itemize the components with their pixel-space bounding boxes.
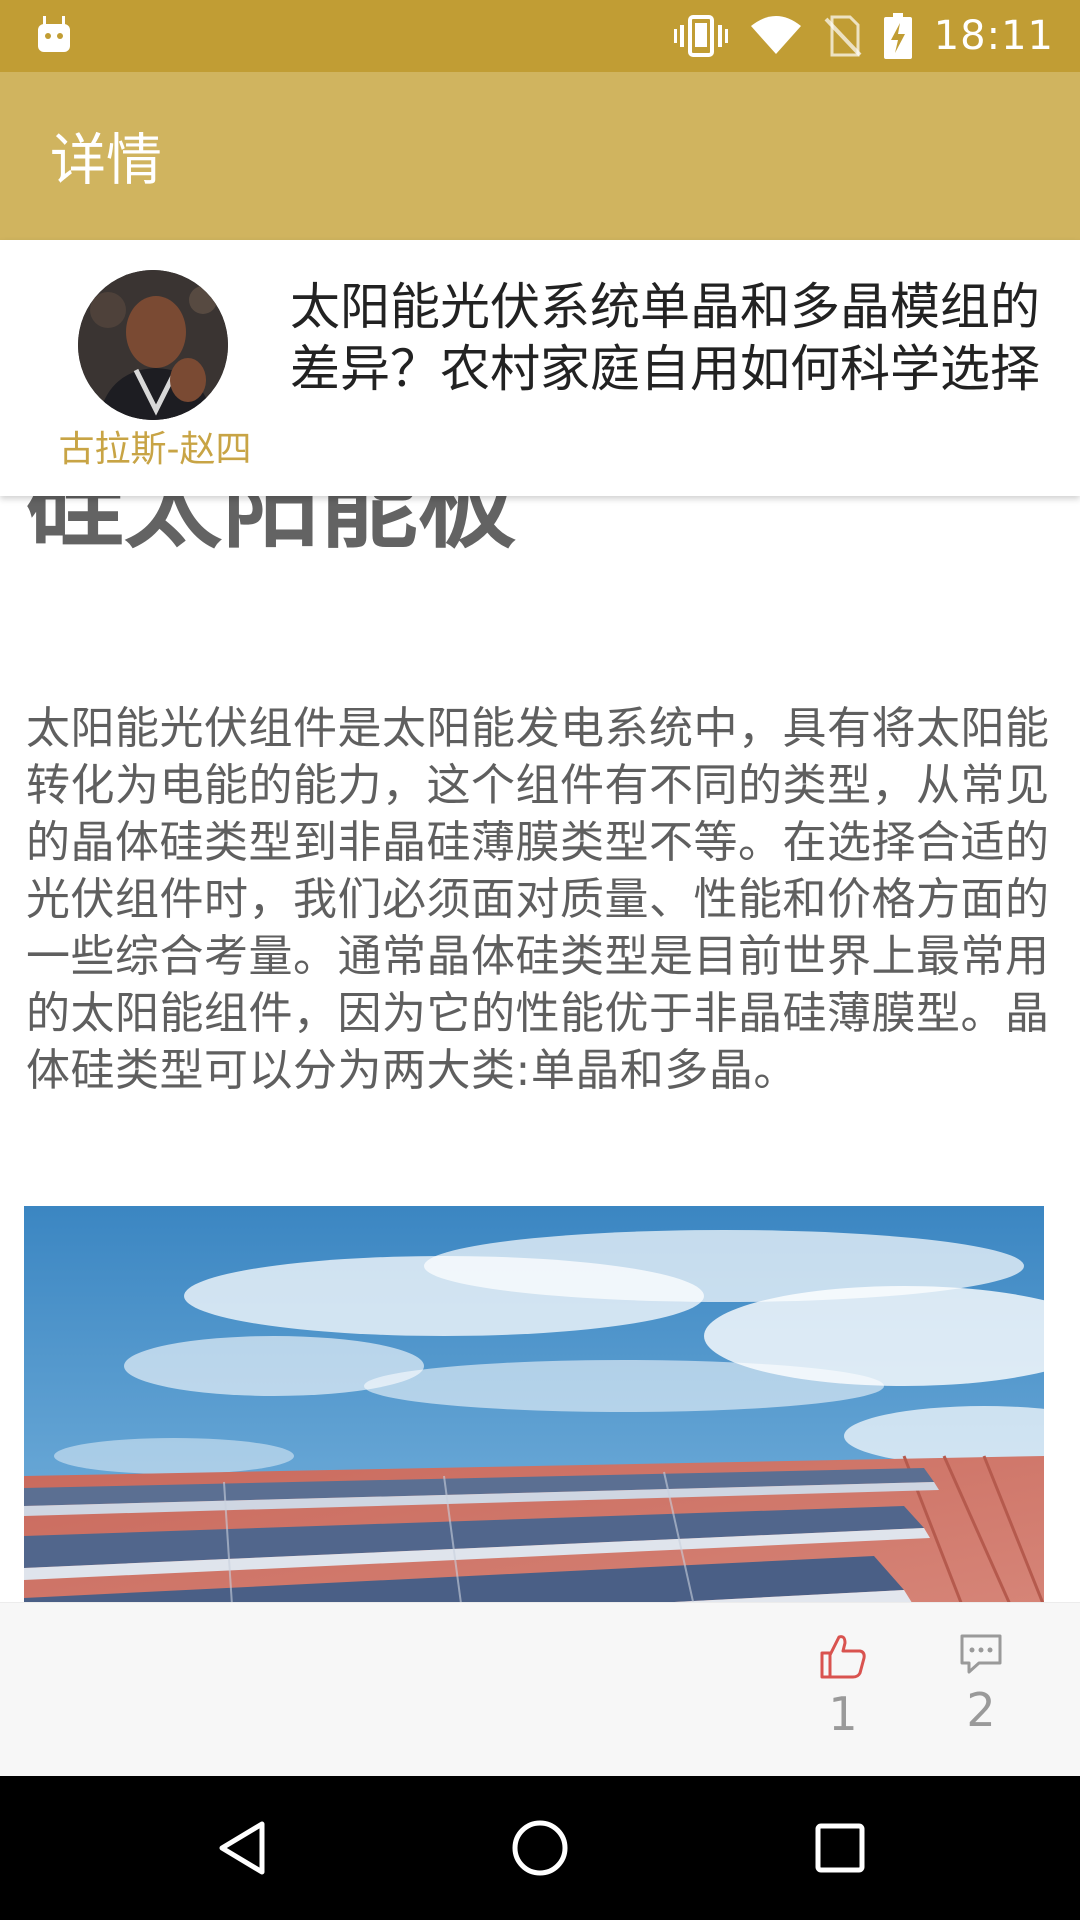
- post-header: 古拉斯-赵四 太阳能光伏系统单晶和多晶模组的差异？农村家庭自用如何科学选择: [0, 240, 1080, 496]
- home-icon[interactable]: [510, 1818, 570, 1878]
- article-paragraph: 太阳能光伏组件是太阳能发电系统中，具有将太阳能转化为电能的能力，这个组件有不同的…: [26, 703, 1050, 1096]
- page-title: 详情: [50, 128, 162, 194]
- app-bar: 详情: [0, 72, 1080, 240]
- android-debug-icon: [38, 16, 70, 52]
- comment-count: 2: [966, 1683, 996, 1737]
- navigation-bar: [0, 1776, 1080, 1920]
- back-icon[interactable]: [212, 1818, 272, 1878]
- post-title: 太阳能光伏系统单晶和多晶模组的差异？农村家庭自用如何科学选择: [290, 278, 1040, 398]
- comment-button[interactable]: 2: [931, 1633, 1031, 1737]
- status-bar: 18:11: [0, 0, 1080, 72]
- status-icons: 18:11: [673, 0, 1054, 72]
- like-button[interactable]: 1: [793, 1633, 893, 1741]
- avatar[interactable]: [78, 270, 228, 420]
- like-count: 1: [828, 1687, 858, 1741]
- action-bar: 1 2: [0, 1602, 1080, 1777]
- detail-screen: 18:11 详情 硅太阳能板 太阳能光伏组件是太阳能发电系统中，具有将太阳能转化…: [0, 0, 1080, 1920]
- no-sim-icon: [824, 15, 862, 57]
- recents-icon[interactable]: [810, 1818, 870, 1878]
- status-time: 18:11: [933, 13, 1054, 59]
- wifi-icon: [750, 16, 801, 54]
- comment-icon: [960, 1634, 1002, 1674]
- solar-panel-image: [24, 1206, 1044, 1602]
- vibrate-icon: [673, 15, 728, 57]
- author-name[interactable]: 古拉斯-赵四: [40, 420, 270, 472]
- battery-charging-icon: [883, 13, 912, 59]
- thumbs-up-icon: [820, 1635, 866, 1679]
